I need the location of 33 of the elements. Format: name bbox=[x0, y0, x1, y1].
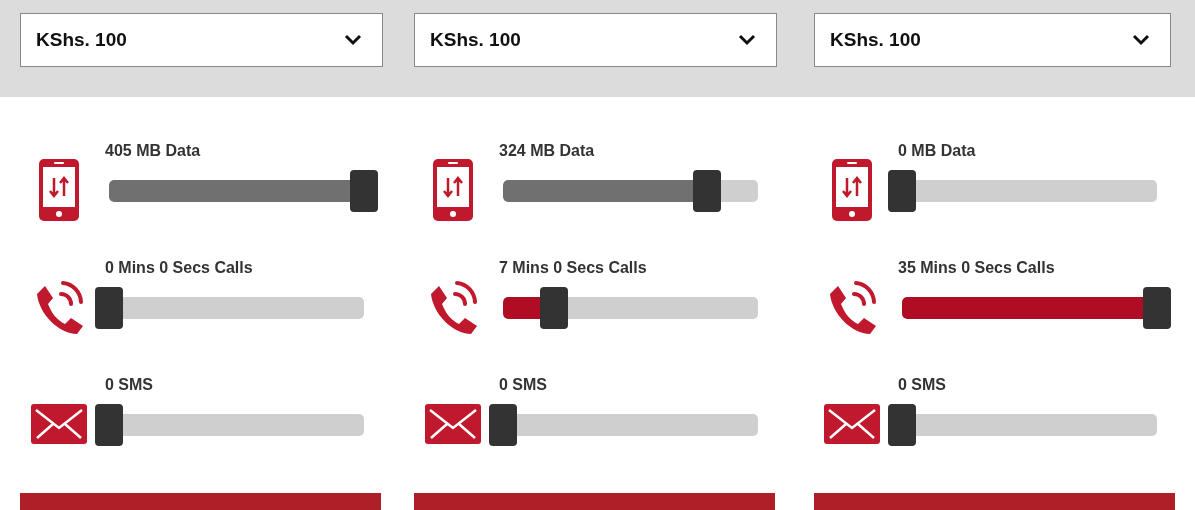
envelope-icon bbox=[424, 404, 481, 444]
allowance-label: 0 SMS bbox=[105, 376, 154, 395]
envelope-icon bbox=[30, 404, 87, 444]
phone-data-icon bbox=[431, 158, 474, 222]
action-bar[interactable] bbox=[20, 493, 381, 510]
allowance-label: 7 Mins 0 Secs Calls bbox=[499, 259, 648, 278]
chevron-down-icon bbox=[344, 34, 362, 46]
allowance-label: 324 MB Data bbox=[499, 142, 596, 161]
slider-handle[interactable] bbox=[540, 287, 568, 329]
slider-handle[interactable] bbox=[888, 404, 916, 446]
action-bar[interactable] bbox=[814, 493, 1175, 510]
allowance-label: 0 MB Data bbox=[898, 142, 977, 161]
slider-handle[interactable] bbox=[350, 170, 378, 212]
allowance-label: 0 Mins 0 Secs Calls bbox=[105, 259, 254, 278]
chevron-down-icon bbox=[738, 34, 756, 46]
slider-handle[interactable] bbox=[95, 287, 123, 329]
allowance-label: 0 SMS bbox=[499, 376, 548, 395]
slider-handle[interactable] bbox=[95, 404, 123, 446]
phone-data-icon bbox=[831, 158, 873, 222]
allowance-label: 405 MB Data bbox=[105, 142, 202, 161]
amount-dropdown[interactable]: KShs. 100 bbox=[20, 13, 383, 67]
slider-handle[interactable] bbox=[489, 404, 517, 446]
allowance-label: 0 SMS bbox=[898, 376, 947, 395]
action-bar[interactable] bbox=[414, 493, 775, 510]
slider-handle[interactable] bbox=[693, 170, 721, 212]
amount-dropdown[interactable]: KShs. 100 bbox=[814, 13, 1171, 67]
chevron-down-icon bbox=[1132, 34, 1150, 46]
envelope-icon bbox=[824, 404, 880, 444]
allowance-label: 35 Mins 0 Secs Calls bbox=[898, 259, 1056, 278]
amount-dropdown[interactable]: KShs. 100 bbox=[414, 13, 777, 67]
slider-handle[interactable] bbox=[888, 170, 916, 212]
phone-data-icon bbox=[37, 158, 80, 222]
slider-handle[interactable] bbox=[1143, 287, 1171, 329]
